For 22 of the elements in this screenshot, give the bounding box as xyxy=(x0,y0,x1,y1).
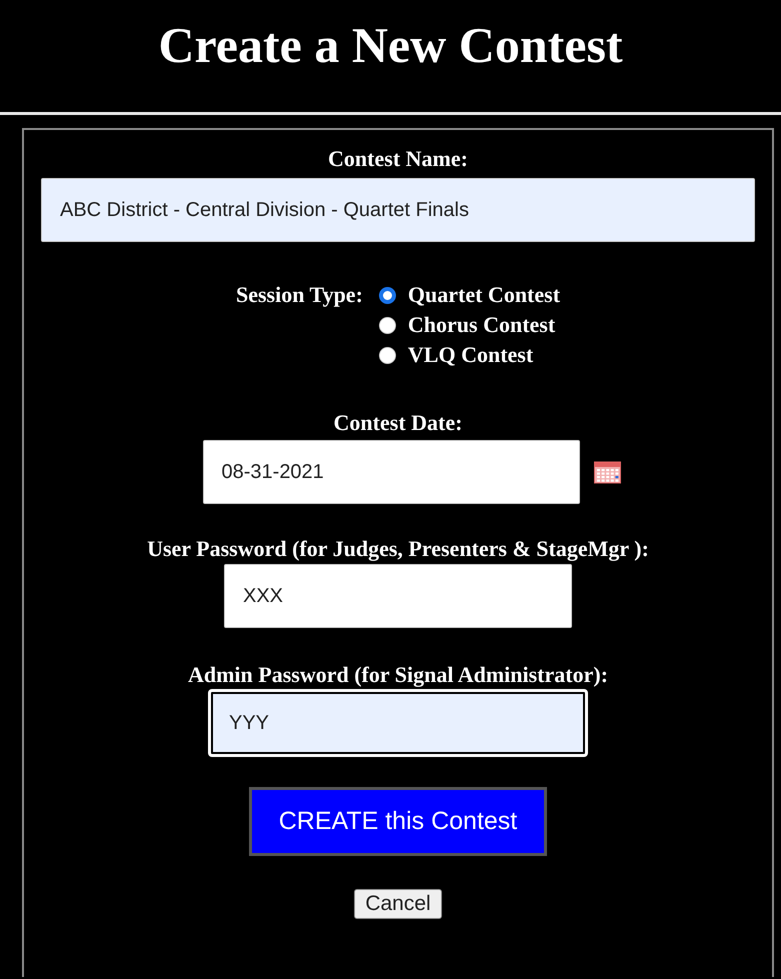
contest-name-field[interactable]: ABC District - Central Division - Quartet Finals xyxy=(41,178,755,242)
radio-icon[interactable] xyxy=(378,316,396,334)
option-label: Chorus Contest xyxy=(408,312,556,338)
field-label: User Password (for Judges, Presenters & StageMgr ): xyxy=(147,536,649,562)
radio-option[interactable]: Chorus Contest xyxy=(378,312,560,338)
create-button[interactable]: CREATE this Contest xyxy=(249,787,547,856)
radio-option[interactable]: Quartet Contest xyxy=(378,282,560,308)
field-label: Session Type: xyxy=(236,282,363,309)
option-label: Quartet Contest xyxy=(408,282,560,308)
radio-option[interactable]: VLQ Contest xyxy=(378,342,560,368)
field-label: Contest Name: xyxy=(328,146,468,172)
option-label: VLQ Contest xyxy=(408,342,534,368)
calendar-icon[interactable] xyxy=(594,460,620,484)
cancel-button[interactable]: Cancel xyxy=(354,889,442,919)
field-label: Contest Date: xyxy=(334,410,462,436)
field-label: Admin Password (for Signal Administrator): xyxy=(188,662,608,688)
password-field[interactable]: YYY xyxy=(208,689,588,757)
page-title: Create a New Contest xyxy=(158,16,623,75)
radio-icon[interactable] xyxy=(378,286,396,304)
date-field[interactable]: 08-31-2021 xyxy=(202,440,580,504)
radio-icon[interactable] xyxy=(378,346,396,364)
password-field[interactable]: XXX xyxy=(224,564,572,628)
